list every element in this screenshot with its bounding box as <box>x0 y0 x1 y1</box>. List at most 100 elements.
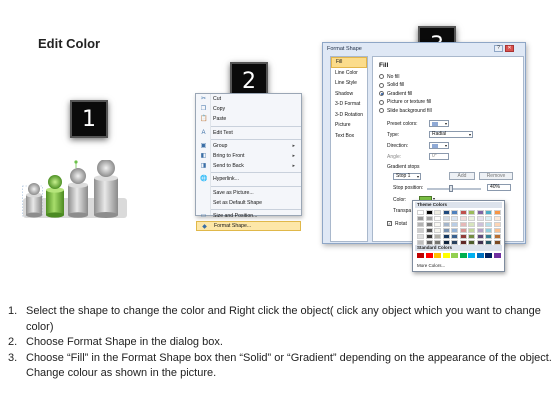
color-swatch[interactable] <box>417 222 424 227</box>
color-swatch[interactable] <box>459 228 467 233</box>
color-swatch[interactable] <box>485 240 492 245</box>
color-swatch[interactable] <box>451 240 458 245</box>
nav-item[interactable]: 3-D Rotation <box>331 110 367 121</box>
color-swatch[interactable] <box>425 216 433 221</box>
context-menu-item[interactable]: ✂ Cut <box>196 94 301 104</box>
color-swatch[interactable] <box>476 222 484 227</box>
color-swatch[interactable] <box>485 222 492 227</box>
color-swatch[interactable] <box>425 240 433 245</box>
context-menu-item[interactable]: 🌐 Hyperlink... <box>196 174 301 184</box>
nav-item[interactable]: Fill <box>331 57 367 68</box>
color-swatch[interactable] <box>442 216 450 221</box>
color-swatch[interactable] <box>485 210 492 215</box>
shapes-illustration[interactable] <box>22 160 130 220</box>
color-swatch[interactable] <box>434 222 441 227</box>
stop-position-input[interactable]: 40% <box>487 184 511 191</box>
nav-item[interactable]: 3-D Format <box>331 99 367 110</box>
color-swatch[interactable] <box>493 234 501 239</box>
color-swatch[interactable] <box>476 234 484 239</box>
color-swatch[interactable] <box>459 210 467 215</box>
color-swatch[interactable] <box>485 216 492 221</box>
color-swatch[interactable] <box>476 228 484 233</box>
color-swatch[interactable] <box>468 253 475 258</box>
color-swatch[interactable] <box>459 240 467 245</box>
color-swatch[interactable] <box>476 216 484 221</box>
color-swatch[interactable] <box>434 216 441 221</box>
color-swatch[interactable] <box>476 240 484 245</box>
context-menu-item[interactable]: Save as Picture... <box>196 188 301 198</box>
fill-option[interactable]: Gradient fill <box>379 90 412 97</box>
context-menu-item[interactable]: 📋 Paste <box>196 114 301 124</box>
context-menu-item[interactable]: ▣ Group ▸ <box>196 141 301 151</box>
color-swatch[interactable] <box>485 253 492 258</box>
color-swatch[interactable] <box>493 240 501 245</box>
angle-input[interactable]: 0° <box>429 153 449 160</box>
color-swatch[interactable] <box>493 253 501 258</box>
color-swatch[interactable] <box>476 253 484 258</box>
color-swatch[interactable] <box>434 234 441 239</box>
context-menu-item[interactable]: Set as Default Shape <box>196 198 301 208</box>
color-swatch[interactable] <box>417 228 424 233</box>
context-menu-item[interactable]: ◆ Format Shape... <box>196 221 301 232</box>
color-swatch[interactable] <box>442 228 450 233</box>
color-swatch[interactable] <box>451 222 458 227</box>
stop-position-slider[interactable] <box>427 188 481 190</box>
fill-option[interactable]: Picture or texture fill <box>379 99 431 106</box>
color-swatch[interactable] <box>485 228 492 233</box>
color-swatch[interactable] <box>451 253 458 258</box>
nav-item[interactable]: Shadow <box>331 89 367 100</box>
radio-button[interactable] <box>379 99 384 105</box>
help-icon[interactable]: ? <box>494 45 503 52</box>
color-swatch[interactable] <box>417 253 424 258</box>
color-swatch[interactable] <box>468 222 475 227</box>
fill-option[interactable]: Solid fill <box>379 82 404 89</box>
radio-button[interactable] <box>379 108 384 113</box>
fill-option[interactable]: No fill <box>379 73 400 80</box>
preset-colors-dropdown[interactable]: ▾ <box>429 120 449 127</box>
color-swatch[interactable] <box>485 234 492 239</box>
color-swatch[interactable] <box>425 228 433 233</box>
color-swatch[interactable] <box>425 234 433 239</box>
color-swatch[interactable] <box>459 222 467 227</box>
color-swatch[interactable] <box>442 222 450 227</box>
direction-dropdown[interactable]: ▾ <box>429 142 449 149</box>
color-swatch[interactable] <box>468 228 475 233</box>
color-swatch[interactable] <box>434 240 441 245</box>
color-swatch[interactable] <box>442 240 450 245</box>
color-swatch[interactable] <box>459 216 467 221</box>
close-icon[interactable]: ✕ <box>505 45 514 52</box>
stop-position-knob[interactable] <box>449 185 453 192</box>
color-swatch[interactable] <box>442 253 450 258</box>
more-colors-link[interactable]: More Colors... <box>417 263 445 268</box>
fill-option[interactable]: Slide background fill <box>379 107 432 114</box>
type-dropdown[interactable]: Radial ▾ <box>429 131 473 138</box>
color-swatch[interactable] <box>434 253 441 258</box>
color-swatch[interactable] <box>468 234 475 239</box>
color-swatch[interactable] <box>468 216 475 221</box>
color-swatch[interactable] <box>425 222 433 227</box>
color-swatch[interactable] <box>493 222 501 227</box>
context-menu-item[interactable]: ◨ Send to Back ▸ <box>196 161 301 171</box>
stop-dropdown[interactable]: Stop 1 ▾ <box>393 173 421 180</box>
context-menu-item[interactable]: ◧ Bring to Front ▸ <box>196 151 301 161</box>
color-swatch[interactable] <box>451 228 458 233</box>
color-swatch[interactable] <box>459 234 467 239</box>
context-menu-item[interactable]: ▭ Size and Position... <box>196 211 301 221</box>
color-swatch[interactable] <box>468 240 475 245</box>
context-menu-item[interactable]: ❐ Copy <box>196 104 301 114</box>
nav-item[interactable]: Line Style <box>331 78 367 89</box>
color-swatch[interactable] <box>493 210 501 215</box>
remove-stop-button[interactable]: Remove <box>479 172 513 180</box>
color-swatch[interactable] <box>468 210 475 215</box>
color-swatch[interactable] <box>417 240 424 245</box>
nav-item[interactable]: Picture <box>331 120 367 131</box>
color-swatch[interactable] <box>434 210 441 215</box>
color-swatch[interactable] <box>451 210 458 215</box>
color-swatch[interactable] <box>434 228 441 233</box>
color-swatch[interactable] <box>442 234 450 239</box>
rotate-checkbox[interactable]: ✓ <box>387 221 392 226</box>
color-swatch[interactable] <box>417 210 424 215</box>
color-swatch[interactable] <box>451 234 458 239</box>
nav-item[interactable]: Text Box <box>331 131 367 142</box>
radio-button[interactable] <box>379 74 384 79</box>
